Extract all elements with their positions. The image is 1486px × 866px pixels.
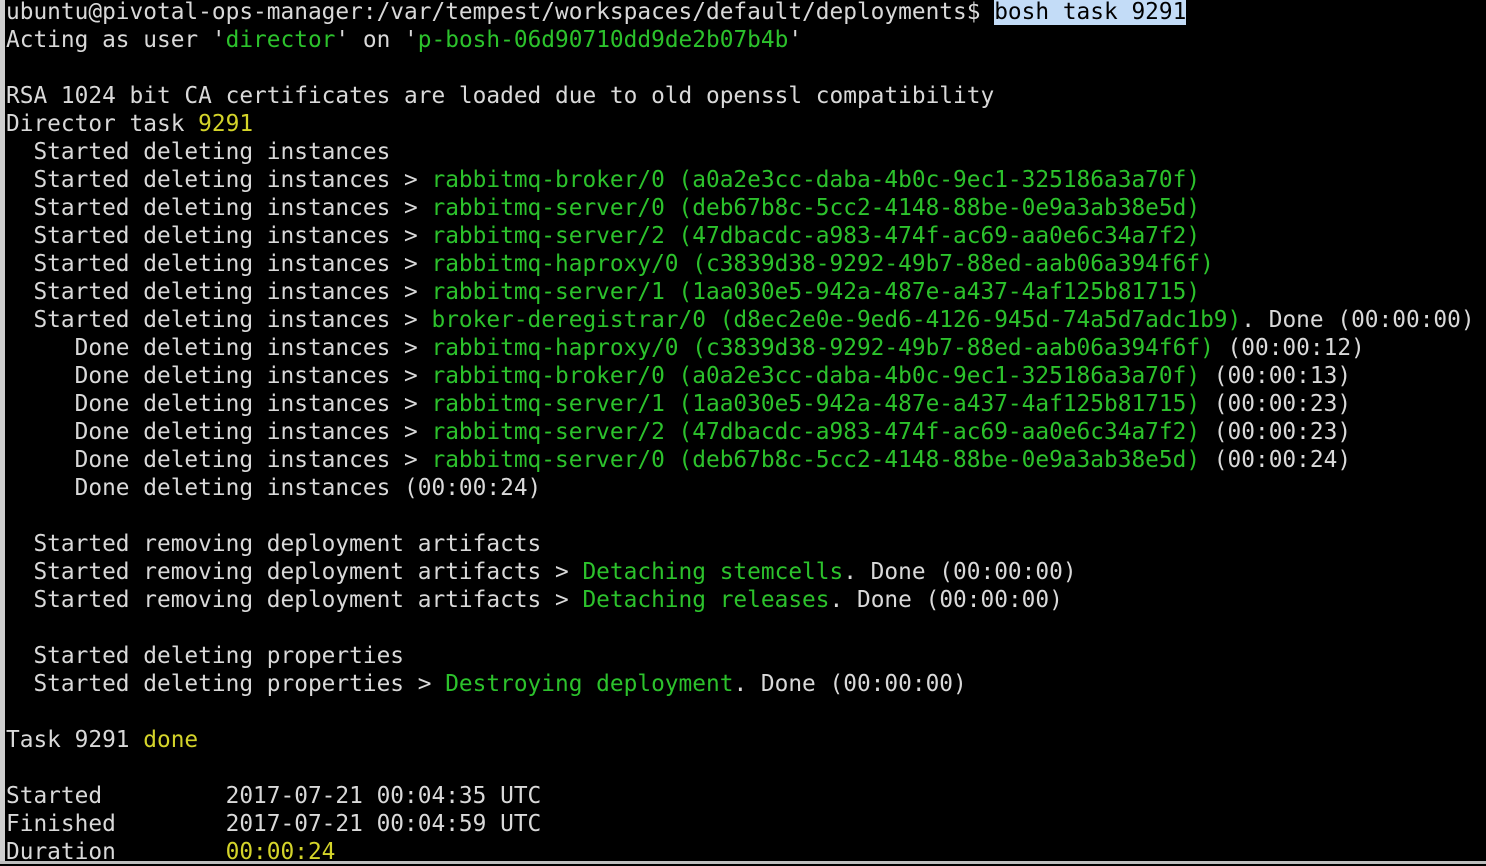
output-text: Started deleting instances >: [6, 279, 432, 305]
terminal-line: Finished 2017-07-21 00:04:59 UTC: [6, 810, 1486, 838]
terminal-line: Started deleting instances > broker-dere…: [6, 306, 1486, 334]
highlighted-text: Destroying deployment: [445, 671, 734, 697]
terminal-line: Done deleting instances > rabbitmq-serve…: [6, 446, 1486, 474]
highlighted-text: rabbitmq-broker/0 (a0a2e3cc-daba-4b0c-9e…: [431, 167, 1201, 193]
terminal-line: RSA 1024 bit CA certificates are loaded …: [6, 82, 1486, 110]
output-text: Started removing deployment artifacts: [6, 531, 542, 557]
output-text: (00:00:24): [1200, 447, 1352, 473]
output-text: Started deleting instances: [6, 139, 391, 165]
highlighted-text: Detaching stemcells: [582, 559, 844, 585]
output-text: Done deleting instances >: [6, 447, 432, 473]
output-text: Started deleting instances >: [6, 251, 432, 277]
terminal-line: Started removing deployment artifacts > …: [6, 586, 1486, 614]
status-text: 9291: [198, 111, 254, 137]
output-text: (00:00:23): [1200, 419, 1352, 445]
output-text: Done deleting instances >: [6, 335, 432, 361]
terminal-line: Acting as user 'director' on 'p-bosh-06d…: [6, 26, 1486, 54]
terminal-line: Started deleting instances > rabbitmq-br…: [6, 166, 1486, 194]
output-text: Started deleting instances >: [6, 195, 432, 221]
output-text: (00:00:13): [1200, 363, 1352, 389]
highlighted-text: p-bosh-06d90710dd9de2b07b4b: [417, 27, 789, 53]
terminal-line: Director task 9291: [6, 110, 1486, 138]
output-text: Started deleting instances >: [6, 307, 432, 333]
window-left-edge: [0, 0, 5, 864]
output-text: (00:00:23): [1200, 391, 1352, 417]
highlighted-text: rabbitmq-haproxy/0 (c3839d38-9292-49b7-8…: [431, 251, 1214, 277]
terminal-line: Started removing deployment artifacts: [6, 530, 1486, 558]
output-text: Task 9291: [6, 727, 144, 753]
output-text: Started deleting properties: [6, 643, 405, 669]
output-text: . Done (00:00:00): [843, 559, 1077, 585]
output-text: Done deleting instances >: [6, 419, 432, 445]
output-text: Acting as user ': [6, 27, 226, 53]
highlighted-text: rabbitmq-server/2 (47dbacdc-a983-474f-ac…: [431, 419, 1201, 445]
output-text: Started 2017-07-21 00:04:35 UTC: [6, 783, 542, 809]
output-text: Director task: [6, 111, 199, 137]
output-text: Done deleting instances (00:00:24): [6, 475, 542, 501]
output-text: ubuntu@pivotal-ops-manager:/var/tempest/…: [6, 0, 995, 25]
output-text: Started deleting instances >: [6, 167, 432, 193]
highlighted-text: rabbitmq-server/2 (47dbacdc-a983-474f-ac…: [431, 223, 1201, 249]
terminal-line: Started removing deployment artifacts > …: [6, 558, 1486, 586]
output-text: . Done (00:00:00): [829, 587, 1063, 613]
terminal-line: Done deleting instances > rabbitmq-hapro…: [6, 334, 1486, 362]
output-text: Started deleting properties >: [6, 671, 446, 697]
terminal-line: Done deleting instances > rabbitmq-broke…: [6, 362, 1486, 390]
output-text: Finished 2017-07-21 00:04:59 UTC: [6, 811, 542, 837]
terminal-line: Started 2017-07-21 00:04:35 UTC: [6, 782, 1486, 810]
highlighted-text: broker-deregistrar/0 (d8ec2e0e-9ed6-4126…: [431, 307, 1242, 333]
output-text: Started removing deployment artifacts >: [6, 559, 583, 585]
highlighted-text: rabbitmq-haproxy/0 (c3839d38-9292-49b7-8…: [431, 335, 1214, 361]
terminal-output[interactable]: ubuntu@pivotal-ops-manager:/var/tempest/…: [6, 0, 1486, 865]
highlighted-text: Detaching releases: [582, 587, 830, 613]
selected-command-text[interactable]: bosh task 9291: [994, 0, 1187, 25]
terminal-line: Done deleting instances > rabbitmq-serve…: [6, 418, 1486, 446]
terminal-line: Done deleting instances (00:00:24): [6, 474, 1486, 502]
highlighted-text: rabbitmq-server/1 (1aa030e5-942a-487e-a4…: [431, 279, 1201, 305]
output-text: Done deleting instances >: [6, 363, 432, 389]
terminal-line: Started deleting instances > rabbitmq-se…: [6, 278, 1486, 306]
terminal-line: Started deleting instances > rabbitmq-se…: [6, 194, 1486, 222]
output-text: Done deleting instances >: [6, 391, 432, 417]
output-text: . Done (00:00:00): [1241, 307, 1475, 333]
terminal-line: ubuntu@pivotal-ops-manager:/var/tempest/…: [6, 0, 1486, 26]
terminal-line: Started deleting instances > rabbitmq-se…: [6, 222, 1486, 250]
terminal-line: Started deleting properties: [6, 642, 1486, 670]
terminal-line: Started deleting instances: [6, 138, 1486, 166]
terminal-line: Started deleting instances > rabbitmq-ha…: [6, 250, 1486, 278]
highlighted-text: rabbitmq-server/0 (deb67b8c-5cc2-4148-88…: [431, 447, 1201, 473]
terminal-line: Task 9291 done: [6, 726, 1486, 754]
output-text: Started deleting instances >: [6, 223, 432, 249]
terminal-line: Started deleting properties > Destroying…: [6, 670, 1486, 698]
output-text: Started removing deployment artifacts >: [6, 587, 583, 613]
highlighted-text: rabbitmq-server/1 (1aa030e5-942a-487e-a4…: [431, 391, 1201, 417]
output-text: ' on ': [335, 27, 418, 53]
highlighted-text: rabbitmq-server/0 (deb67b8c-5cc2-4148-88…: [431, 195, 1201, 221]
highlighted-text: rabbitmq-broker/0 (a0a2e3cc-daba-4b0c-9e…: [431, 363, 1201, 389]
output-text: RSA 1024 bit CA certificates are loaded …: [6, 83, 995, 109]
output-text: (00:00:12): [1213, 335, 1365, 361]
terminal-line: Done deleting instances > rabbitmq-serve…: [6, 390, 1486, 418]
status-text: done: [143, 727, 199, 753]
output-text: . Done (00:00:00): [733, 671, 967, 697]
output-text: ': [788, 27, 803, 53]
highlighted-text: director: [225, 27, 336, 53]
